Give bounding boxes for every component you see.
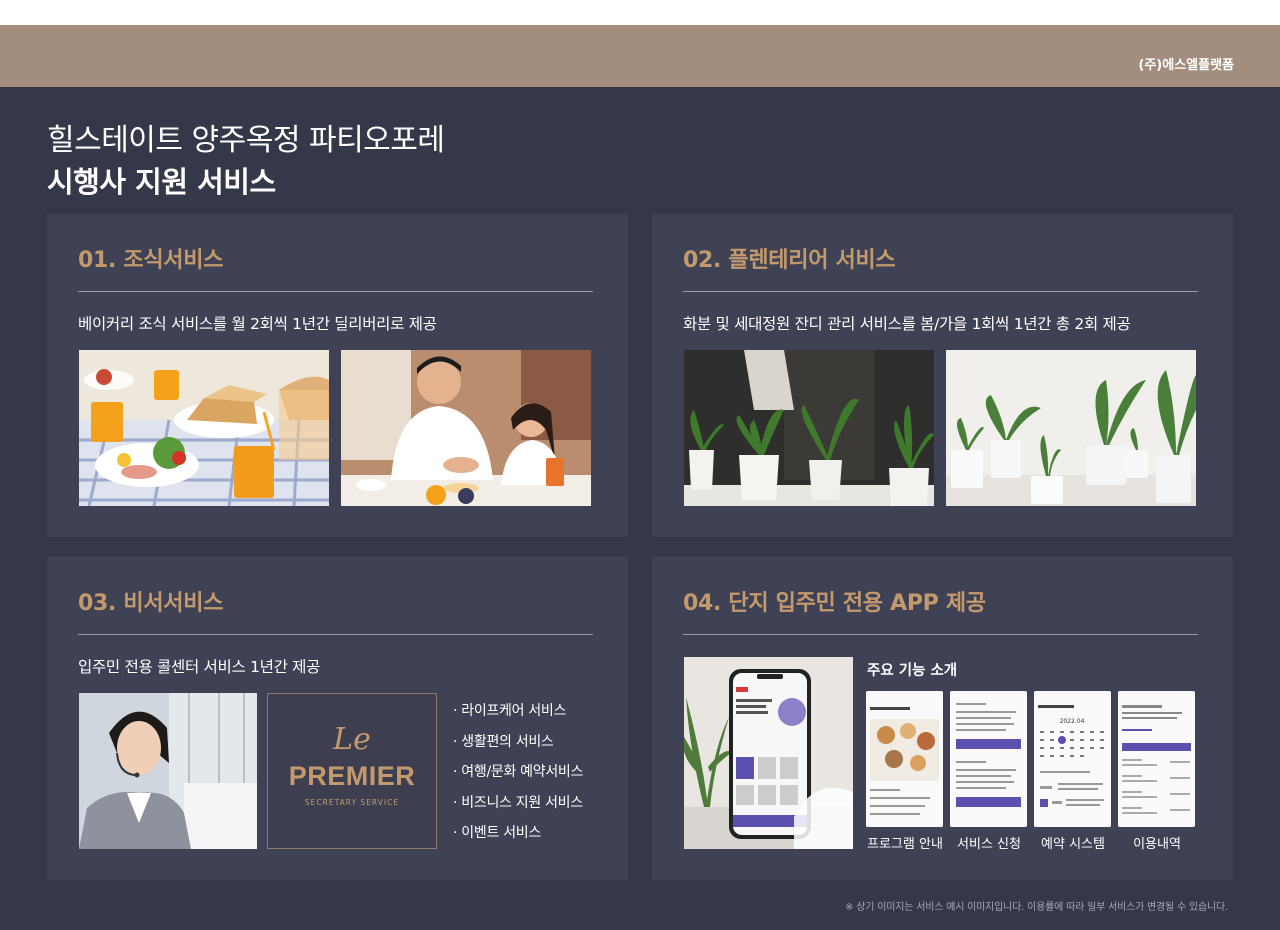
footnote: ※ 상기 이미지는 서비스 예시 이미지입니다. 이용률에 따라 일부 서비스가… [845,902,1228,913]
calendar-month-label: 2022.04 [1060,718,1085,725]
app-screen-program [866,691,943,827]
call-center-operator-photo [79,693,257,849]
logo-script-text: Le [333,722,371,757]
card-description: 입주민 전용 콜센터 서비스 1년간 제공 [78,658,321,676]
card-divider [683,634,1198,635]
card-divider [683,291,1198,292]
feature-heading: 주요 기능 소개 [867,663,958,679]
app-phone-mockup [684,657,853,849]
app-screen-service-request [950,691,1027,827]
potted-plants-photo [946,350,1196,506]
card-breakfast-service: 01. 조식서비스 베이커리 조식 서비스를 월 2회씩 1년간 딜리버리로 제… [47,214,628,537]
card-divider [78,291,593,292]
list-item: · 이벤트 서비스 [453,825,541,841]
father-daughter-breakfast-photo [341,350,591,506]
card-secretary-service: 03. 비서서비스 입주민 전용 콜센터 서비스 1년간 제공 Le PREMI… [47,557,628,880]
logo-main-text: PREMIER [288,761,416,791]
card-description: 베이커리 조식 서비스를 월 2회씩 1년간 딜리버리로 제공 [78,315,437,333]
logo-sub-text: SECRETARY SERVICE [304,798,400,807]
app-screen-usage-history [1118,691,1195,827]
company-name: (주)에스엘플랫폼 [1138,58,1234,73]
card-divider [78,634,593,635]
le-premier-logo: Le PREMIER SECRETARY SERVICE [267,693,437,849]
page-title-line2: 시행사 지원 서비스 [47,165,276,199]
page-title-line1: 힐스테이트 양주옥정 파티오포레 [47,123,445,158]
list-item: · 여행/문화 예약서비스 [453,764,584,780]
main-panel: 힐스테이트 양주옥정 파티오포레 시행사 지원 서비스 01. 조식서비스 베이… [0,87,1280,930]
screen-label: 프로그램 안내 [867,837,943,852]
list-item: · 비즈니스 지원 서비스 [453,794,583,811]
card-title: 01. 조식서비스 [78,248,224,273]
screen-label: 서비스 신청 [957,837,1021,852]
card-title: 03. 비서서비스 [78,591,224,616]
list-item: · 생활편의 서비스 [453,733,554,750]
card-description: 화분 및 세대정원 잔디 관리 서비스를 봄/가을 1회씩 1년간 총 2회 제… [683,315,1131,333]
card-resident-app: 04. 단지 입주민 전용 APP 제공 주요 기능 소개 2022.04 프로… [652,557,1233,880]
list-item: · 라이프케어 서비스 [453,703,567,719]
card-title: 02. 플렌테리어 서비스 [683,248,896,273]
screen-label: 예약 시스템 [1041,837,1105,852]
app-screen-reservation: 2022.04 [1034,691,1111,827]
card-title: 04. 단지 입주민 전용 APP 제공 [683,591,986,616]
top-band: (주)에스엘플랫폼 [0,25,1280,87]
secretary-service-list: · 라이프케어 서비스 · 생활편의 서비스 · 여행/문화 예약서비스 · 비… [453,700,583,853]
plant-care-photo [684,350,934,506]
card-planterior-service: 02. 플렌테리어 서비스 화분 및 세대정원 잔디 관리 서비스를 봄/가을 … [652,214,1233,537]
screen-label: 이용내역 [1133,837,1181,852]
breakfast-table-photo [79,350,329,506]
